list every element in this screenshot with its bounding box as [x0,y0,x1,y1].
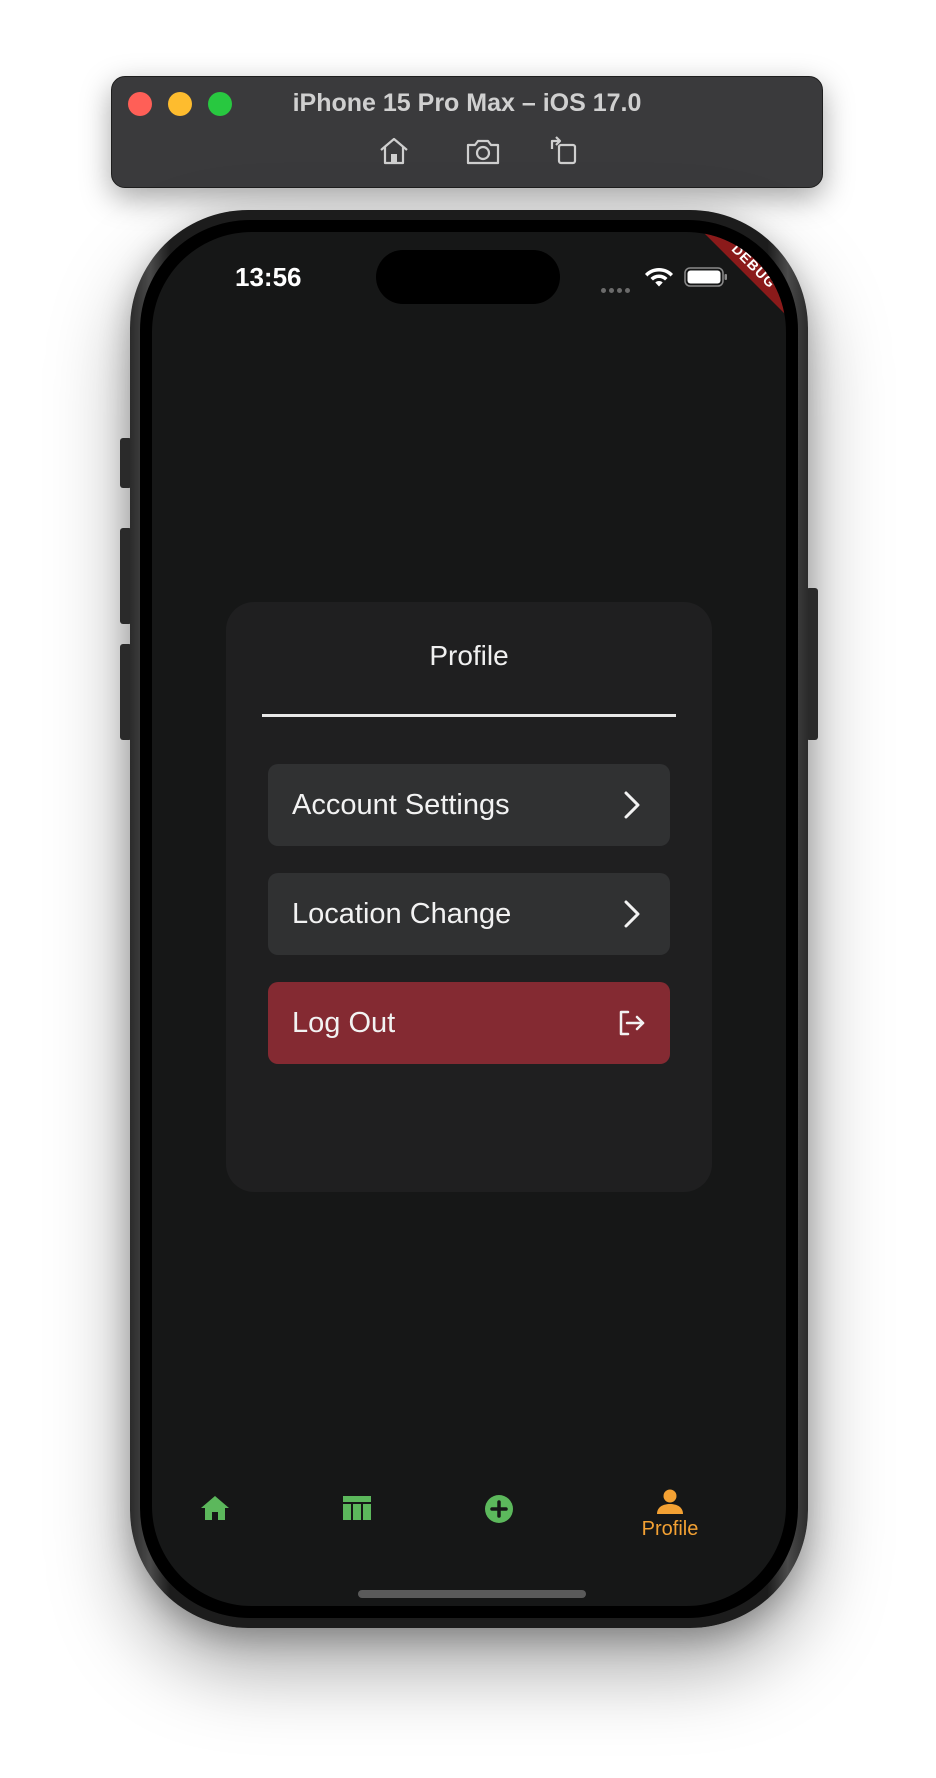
nav-profile-label: Profile [641,1518,699,1540]
phone-screen: 13:56 DEBUG Profile Account Settings Loc… [152,232,786,1606]
person-icon [657,1489,683,1514]
home-indicator[interactable] [358,1590,586,1598]
table-icon [343,1496,371,1520]
location-change-label: Location Change [292,897,512,930]
logout-icon [619,1010,645,1036]
log-out-label: Log Out [292,1006,396,1039]
chevron-right-icon [624,900,640,928]
signal-icon [601,280,633,298]
nav-home[interactable] [180,1494,250,1522]
add-circle-icon [485,1495,513,1523]
title-divider [262,714,676,717]
profile-card: Profile Account Settings Location Change… [226,602,712,1192]
nav-add[interactable] [464,1494,534,1524]
status-time: 13:56 [235,262,302,292]
chevron-right-icon [624,791,640,819]
account-settings-button[interactable]: Account Settings [268,764,670,846]
log-out-button[interactable]: Log Out [268,982,670,1064]
screenshot-icon[interactable] [465,135,501,167]
simulator-title: iPhone 15 Pro Max – iOS 17.0 [292,89,642,117]
debug-banner-text: DEBUG [688,232,786,332]
home-icon [201,1496,229,1520]
debug-banner: DEBUG [666,232,786,352]
nav-table[interactable] [322,1494,392,1522]
page-title: Profile [429,640,509,671]
simulator-toolbar: iPhone 15 Pro Max – iOS 17.0 [111,76,823,188]
location-change-button[interactable]: Location Change [268,873,670,955]
account-settings-label: Account Settings [292,788,510,821]
nav-profile[interactable]: Profile [622,1488,718,1541]
home-icon[interactable] [376,135,412,167]
dynamic-island [376,250,560,304]
rotate-icon[interactable] [546,135,582,167]
